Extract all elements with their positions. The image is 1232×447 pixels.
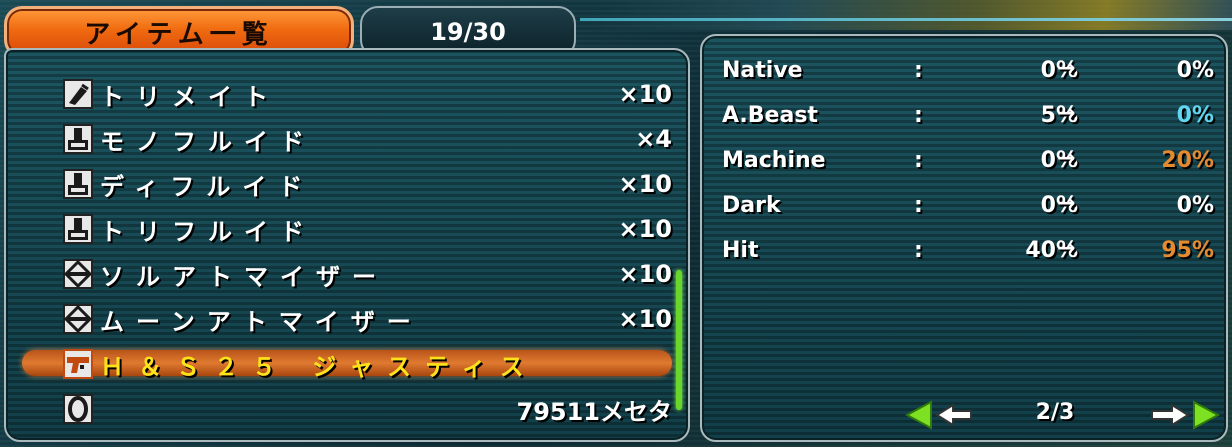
scrollbar[interactable] — [676, 270, 682, 410]
page-indicator: 2/3 — [1035, 400, 1075, 425]
list-item[interactable]: ディフルイド ×10 — [62, 164, 672, 204]
stat-to: 20% — [1161, 148, 1214, 173]
stat-label: Hit — [722, 238, 759, 263]
stat-to: 0% — [1176, 193, 1214, 218]
fluid-icon — [62, 123, 94, 155]
item-quantity: ×10 — [618, 215, 672, 243]
item-count: 19/30 — [430, 18, 506, 46]
stat-row-native: Native : 0% → 0% — [722, 52, 1214, 92]
stat-row-abeast: A.Beast : 5% → 0% — [722, 97, 1214, 137]
stat-label: A.Beast — [722, 103, 818, 128]
list-item-selected[interactable]: Ｈ＆Ｓ２５ ジャスティス — [62, 344, 672, 384]
stat-colon: : — [914, 148, 923, 173]
item-list-title: アイテム一覧 — [84, 19, 274, 50]
meseta-icon — [62, 393, 94, 425]
stat-row-dark: Dark : 0% → 0% — [722, 187, 1214, 227]
fluid-icon — [62, 168, 94, 200]
stat-row-machine: Machine : 0% → 20% — [722, 142, 1214, 182]
fluid-icon — [62, 213, 94, 245]
arrow-right-icon: → — [1057, 56, 1076, 81]
arrow-right-icon — [1148, 400, 1221, 434]
stat-to: 0% — [1176, 58, 1214, 83]
stat-label: Machine — [722, 148, 826, 173]
stat-to: 0% — [1176, 103, 1214, 128]
item-name: Ｈ＆Ｓ２５ ジャスティス — [100, 352, 538, 381]
list-item[interactable]: ソルアトマイザー ×10 — [62, 254, 672, 294]
arrow-right-icon: → — [1057, 101, 1076, 126]
list-item[interactable]: トリメイト ×10 — [62, 74, 672, 114]
stat-label: Native — [722, 58, 803, 83]
arrow-right-icon: → — [1057, 236, 1076, 261]
item-quantity: ×10 — [618, 80, 672, 108]
list-item[interactable]: ムーンアトマイザー ×10 — [62, 299, 672, 339]
stat-colon: : — [914, 238, 923, 263]
stat-to: 95% — [1161, 238, 1214, 263]
item-name: トリフルイド — [100, 217, 316, 246]
stat-colon: : — [914, 103, 923, 128]
list-item[interactable]: モノフルイド ×4 — [62, 119, 672, 159]
atomizer-icon — [62, 303, 94, 335]
item-quantity: ×4 — [635, 125, 672, 153]
next-page-button[interactable] — [1148, 400, 1221, 434]
list-item[interactable]: トリフルイド ×10 — [62, 209, 672, 249]
item-name: トリメイト — [100, 82, 280, 111]
prev-page-button[interactable] — [904, 400, 975, 434]
list-item[interactable]: 79511メセタ — [62, 389, 672, 429]
potion-icon — [62, 78, 94, 110]
item-quantity: ×10 — [618, 260, 672, 288]
arrow-right-icon: → — [1057, 191, 1076, 216]
meseta-amount: 79511メセタ — [516, 397, 673, 426]
background-line — [580, 18, 1232, 21]
arrow-left-icon — [904, 400, 975, 434]
item-name: モノフルイド — [100, 127, 316, 156]
stat-label: Dark — [722, 193, 781, 218]
atomizer-icon — [62, 258, 94, 290]
item-name: ディフルイド — [100, 172, 315, 201]
item-quantity: ×10 — [618, 170, 672, 198]
handgun-icon — [62, 348, 94, 380]
item-quantity: ×10 — [618, 305, 672, 333]
stat-row-hit: Hit : 40% → 95% — [722, 232, 1214, 272]
stat-colon: : — [914, 193, 923, 218]
stat-colon: : — [914, 58, 923, 83]
arrow-right-icon: → — [1057, 146, 1076, 171]
background-decoration — [592, 0, 1232, 30]
item-name: ソルアトマイザー — [100, 262, 388, 291]
item-name: ムーンアトマイザー — [100, 307, 423, 336]
